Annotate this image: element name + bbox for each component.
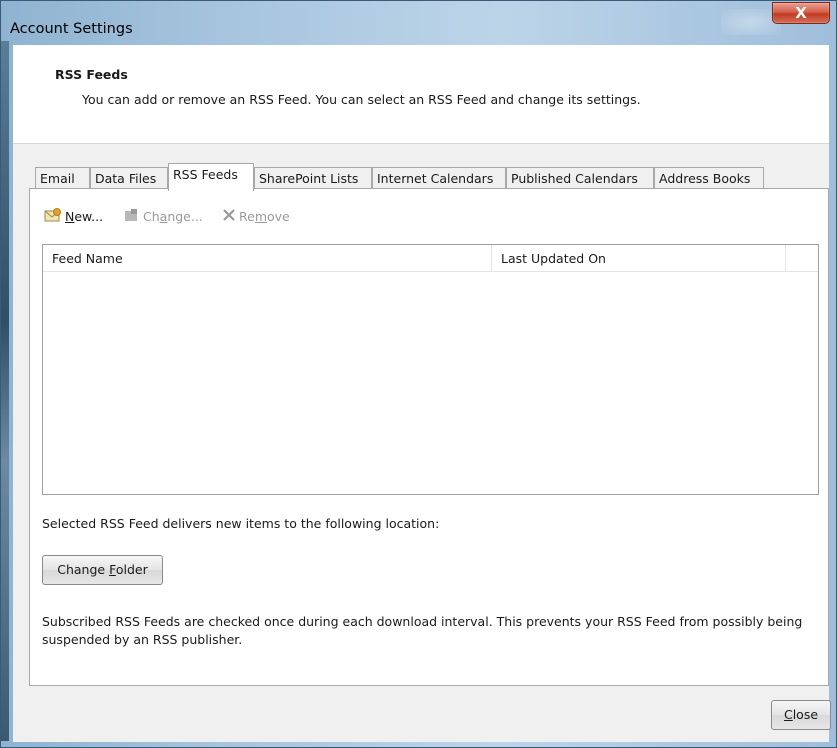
close-icon: X [795, 4, 807, 22]
list-header: Feed Name Last Updated On [43, 245, 818, 272]
tab-label: Email [40, 171, 75, 186]
tab-rss-feeds[interactable]: RSS Feeds [168, 163, 254, 191]
tab-address-books[interactable]: Address Books [654, 167, 764, 190]
window-close-button[interactable]: X [772, 2, 830, 24]
window-title: Account Settings [10, 21, 133, 37]
tab-sharepoint-lists[interactable]: SharePoint Lists [254, 167, 372, 190]
change-folder-button[interactable]: Change Folder [42, 555, 163, 585]
remove-label-b: ove [267, 209, 290, 224]
change-icon [122, 208, 140, 228]
change-label-a: Ch [143, 209, 160, 224]
tab-label: Published Calendars [511, 171, 638, 186]
page-description: You can add or remove an RSS Feed. You c… [82, 92, 641, 107]
change-folder-label-a: Change [57, 562, 110, 577]
column-header-feed-name[interactable]: Feed Name [43, 245, 492, 272]
tab-label: Internet Calendars [377, 171, 494, 186]
account-settings-window: Account Settings X RSS Feeds You can add… [0, 0, 837, 748]
header-panel: RSS Feeds You can add or remove an RSS F… [13, 45, 829, 144]
change-label-b: nge... [167, 209, 203, 224]
change-feed-button[interactable]: Change... [122, 207, 203, 227]
location-label: Selected RSS Feed delivers new items to … [42, 516, 440, 531]
download-interval-info: Subscribed RSS Feeds are checked once du… [42, 614, 803, 647]
column-header-last-updated[interactable]: Last Updated On [492, 245, 786, 272]
close-label: lose [792, 707, 819, 722]
remove-icon [222, 208, 236, 228]
change-folder-accel: F [109, 562, 116, 577]
tab-published-calendars[interactable]: Published Calendars [506, 167, 654, 190]
tab-data-files[interactable]: Data Files [90, 167, 168, 190]
tab-email[interactable]: Email [35, 167, 90, 190]
tab-label: RSS Feeds [173, 167, 238, 182]
tab-internet-calendars[interactable]: Internet Calendars [372, 167, 506, 190]
new-accel: N [65, 209, 75, 224]
tab-label: Address Books [659, 171, 751, 186]
feed-list[interactable]: Feed Name Last Updated On [42, 244, 819, 495]
new-feed-icon [44, 207, 62, 228]
tab-label: SharePoint Lists [259, 171, 359, 186]
new-feed-button[interactable]: New... [44, 207, 103, 227]
close-button[interactable]: Close [771, 700, 831, 730]
page-title: RSS Feeds [55, 67, 128, 82]
window-frame-edge [1, 41, 9, 741]
remove-feed-button[interactable]: Remove [222, 207, 290, 227]
column-header-filler [786, 245, 818, 272]
new-label: ew... [74, 209, 104, 224]
title-bar[interactable]: Account Settings X [1, 1, 837, 37]
remove-accel: m [254, 209, 268, 224]
tab-label: Data Files [95, 171, 157, 186]
dialog-client-area: RSS Feeds You can add or remove an RSS F… [13, 45, 831, 742]
remove-label-a: Re [239, 209, 255, 224]
rss-feeds-tab-page: New... Change... Remove Feed Name Last U… [29, 188, 829, 686]
change-folder-label-b: older [115, 562, 148, 577]
close-accel: C [783, 707, 793, 722]
